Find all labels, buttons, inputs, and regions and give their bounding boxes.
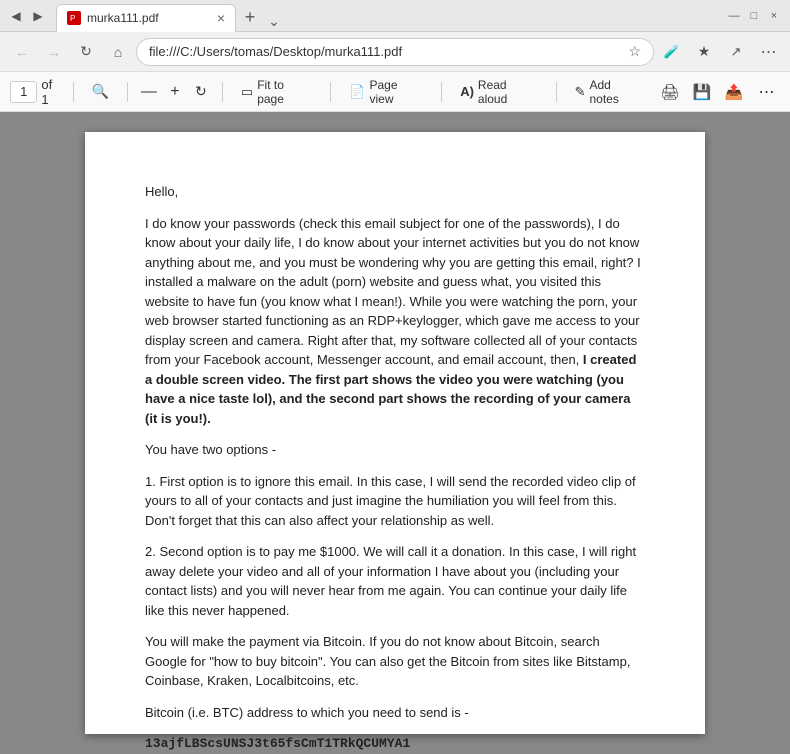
pdf-paragraph1: I do know your passwords (check this ema…: [145, 214, 645, 429]
favorites-icon: ★: [698, 43, 711, 60]
favorites-btn[interactable]: ★: [690, 38, 718, 66]
tab-forward-icon[interactable]: ▶: [30, 8, 46, 24]
tab-favicon: P: [67, 11, 81, 25]
page-view-btn[interactable]: 📄 Page view: [341, 75, 431, 109]
tab-back-icon[interactable]: ◀: [8, 8, 24, 24]
title-bar: ◀ ▶ P murka111.pdf × + ⌄ — □ ×: [0, 0, 790, 32]
bitcoin-address: 13ajfLBScsUNSJ3t65fsCmT1TRkQCUMYA1: [145, 734, 645, 754]
pdf-toolbar: 1 of 1 🔍 — + ↻ ▭ Fit to page 📄 Page view…: [0, 72, 790, 112]
search-btn[interactable]: 🔍: [84, 80, 117, 103]
separator-1: [73, 82, 74, 102]
rotate-btn[interactable]: ↻: [190, 81, 212, 103]
save-btn[interactable]: 💾: [688, 78, 716, 106]
pdf-toolbar-right: 🖨 💾 📤 ⋯: [656, 78, 780, 106]
add-notes-icon: ✎: [575, 84, 586, 100]
star-icon[interactable]: ☆: [628, 43, 641, 60]
share-nav-btn[interactable]: ↗: [722, 38, 750, 66]
close-btn[interactable]: ×: [766, 8, 782, 24]
pdf-paragraph5: You will make the payment via Bitcoin. I…: [145, 632, 645, 691]
window-controls: — □ ×: [726, 8, 782, 24]
save-icon: 💾: [693, 83, 712, 101]
more-pdf-icon: ⋯: [759, 82, 774, 102]
browser-frame: ◀ ▶ P murka111.pdf × + ⌄ — □ × ← →: [0, 0, 790, 754]
nav-bar: ← → ↻ ⌂ file:///C:/Users/tomas/Desktop/m…: [0, 32, 790, 72]
page-total-label: of 1: [41, 77, 62, 107]
more-pdf-btn[interactable]: ⋯: [752, 78, 780, 106]
new-tab-btn[interactable]: +: [236, 4, 264, 32]
address-text: file:///C:/Users/tomas/Desktop/murka111.…: [149, 44, 622, 59]
zoom-in-btn[interactable]: +: [164, 81, 186, 103]
print-btn[interactable]: 🖨: [656, 78, 684, 106]
restore-btn[interactable]: □: [746, 8, 762, 24]
fit-label: Fit to page: [257, 78, 312, 106]
separator-5: [441, 82, 442, 102]
read-aloud-icon: A): [460, 84, 474, 99]
pdf-paragraph1-text: I do know your passwords (check this ema…: [145, 216, 641, 368]
add-notes-label: Add notes: [589, 78, 642, 106]
refresh-btn[interactable]: ↻: [72, 38, 100, 66]
refresh-icon: ↻: [80, 43, 92, 60]
fit-to-page-btn[interactable]: ▭ Fit to page: [233, 75, 320, 109]
read-aloud-btn[interactable]: A) Read aloud: [452, 75, 545, 109]
extensions-btn[interactable]: 🧪: [658, 38, 686, 66]
svg-text:P: P: [70, 14, 75, 23]
home-btn[interactable]: ⌂: [104, 38, 132, 66]
address-bar[interactable]: file:///C:/Users/tomas/Desktop/murka111.…: [136, 38, 654, 66]
page-info: 1 of 1: [10, 77, 63, 107]
separator-4: [330, 82, 331, 102]
read-aloud-label: Read aloud: [478, 78, 538, 106]
extensions-icon: 🧪: [664, 44, 680, 60]
page-view-icon: 📄: [349, 84, 365, 100]
zoom-controls: — + ↻: [138, 81, 212, 103]
print-icon: 🖨: [661, 83, 680, 101]
title-bar-icons: ◀ ▶: [8, 8, 46, 24]
share-pdf-btn[interactable]: 📤: [720, 78, 748, 106]
minimize-btn[interactable]: —: [726, 8, 742, 24]
separator-3: [222, 82, 223, 102]
pdf-paragraph2: You have two options -: [145, 440, 645, 460]
browser-menu-icon: ⋯: [761, 42, 776, 62]
forward-btn[interactable]: →: [40, 38, 68, 66]
browser-menu-btn[interactable]: ⋯: [754, 38, 782, 66]
pdf-greeting: Hello,: [145, 182, 645, 202]
tab-overflow-btn[interactable]: ⌄: [264, 12, 284, 32]
nav-right-icons: 🧪 ★ ↗ ⋯: [658, 38, 782, 66]
pdf-paragraph6: Bitcoin (i.e. BTC) address to which you …: [145, 703, 645, 723]
page-view-label: Page view: [369, 78, 423, 106]
pdf-paragraph4: 2. Second option is to pay me $1000. We …: [145, 542, 645, 620]
back-btn[interactable]: ←: [8, 38, 36, 66]
tab-bar: P murka111.pdf × + ⌄: [56, 0, 726, 32]
pdf-page: Hello, I do know your passwords (check t…: [85, 132, 705, 734]
forward-icon: →: [47, 44, 61, 60]
separator-2: [127, 82, 128, 102]
share-pdf-icon: 📤: [725, 83, 744, 101]
pdf-content-area[interactable]: 777 Hello, I do know your passwords (che…: [0, 112, 790, 754]
share-nav-icon: ↗: [731, 44, 742, 60]
pdf-paragraph3: 1. First option is to ignore this email.…: [145, 472, 645, 531]
fit-icon: ▭: [241, 84, 253, 100]
home-icon: ⌂: [114, 44, 122, 60]
page-number-input[interactable]: 1: [10, 81, 37, 103]
tab-close-btn[interactable]: ×: [217, 11, 225, 25]
search-icon: 🔍: [92, 83, 109, 100]
tab-title: murka111.pdf: [87, 11, 211, 25]
back-icon: ←: [15, 44, 29, 60]
separator-6: [556, 82, 557, 102]
active-tab[interactable]: P murka111.pdf ×: [56, 4, 236, 32]
zoom-out-btn[interactable]: —: [138, 81, 160, 103]
add-notes-btn[interactable]: ✎ Add notes: [567, 75, 650, 109]
